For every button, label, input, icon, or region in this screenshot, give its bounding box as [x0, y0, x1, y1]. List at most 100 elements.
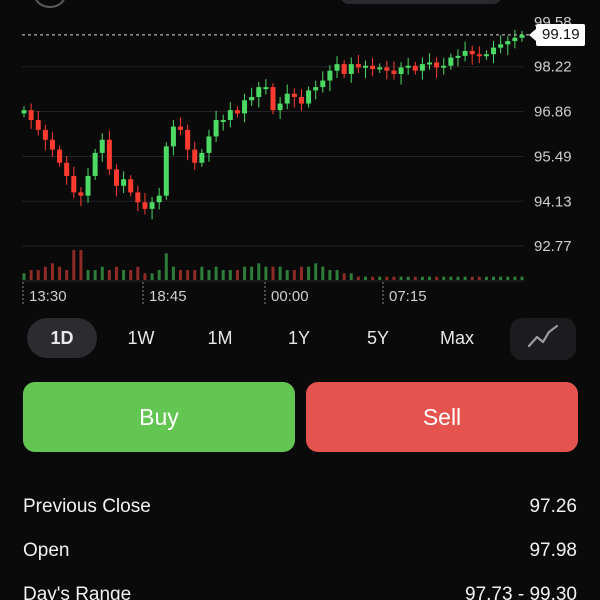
volume-bar [235, 270, 239, 280]
x-tick-label: 00:00 [271, 288, 309, 305]
volume-bar [93, 270, 97, 280]
volume-bar [22, 273, 26, 280]
candle-body [135, 192, 141, 203]
volume-bar [363, 276, 367, 280]
candle-body [362, 65, 368, 68]
tab-1d[interactable]: 1D [27, 318, 97, 358]
stat-value: 97.73 - 99.30 [465, 584, 577, 600]
volume-bar [79, 250, 83, 280]
candle-body [227, 110, 233, 121]
candle-body [391, 70, 397, 74]
volume-bar [328, 270, 332, 280]
candle-body [263, 87, 269, 90]
candle-body [206, 136, 212, 153]
tab-max[interactable]: Max [422, 318, 492, 358]
volume-bar [200, 266, 204, 280]
candle-body [35, 120, 41, 130]
volume-bar [122, 270, 126, 280]
volume-bar [506, 276, 510, 280]
candle-body [291, 93, 297, 97]
candle-body [348, 64, 354, 74]
candle-body [78, 192, 84, 196]
candle-body [384, 67, 390, 71]
stat-previous-close: Previous Close 97.26 [23, 492, 577, 522]
volume-bar [378, 276, 382, 280]
candle-body [448, 57, 454, 66]
candle-body [99, 139, 105, 153]
y-tick-label: 94.13 [534, 193, 572, 210]
volume-bar [420, 276, 424, 280]
candle-body [128, 179, 134, 193]
volume-bar [214, 266, 218, 280]
candle-body [427, 62, 433, 65]
volume-bar [484, 276, 488, 280]
volume-bar [399, 276, 403, 280]
volume-bar [50, 263, 54, 280]
candle-body [113, 169, 119, 186]
candle-body [192, 149, 198, 163]
candle-body [398, 67, 404, 74]
sell-button[interactable]: Sell [306, 382, 578, 452]
volume-bar [499, 276, 503, 280]
candle-body [491, 47, 497, 55]
candle-body [163, 146, 169, 196]
candle-body [370, 65, 376, 70]
volume-bar [36, 270, 40, 280]
candle-body [412, 65, 418, 71]
volume-bar [150, 273, 154, 280]
line-chart-icon [527, 324, 559, 348]
volume-bar [413, 276, 417, 280]
tab-1y[interactable]: 1Y [264, 318, 334, 358]
volume-bar [299, 266, 303, 280]
candle-body [149, 202, 155, 209]
volume-bar [314, 263, 318, 280]
volume-bar [107, 270, 111, 280]
volume-bar [179, 270, 183, 280]
candle-body [419, 64, 425, 71]
candle-body [178, 126, 184, 130]
volume-bar [456, 276, 460, 280]
volume-bar [513, 276, 517, 280]
volume-bar [406, 276, 410, 280]
stat-label: Day's Range [23, 584, 132, 600]
volume-bar [435, 276, 439, 280]
tab-1w[interactable]: 1W [106, 318, 176, 358]
stat-value: 97.98 [529, 540, 577, 561]
volume-bar [371, 276, 375, 280]
candle-body [377, 67, 383, 70]
volume-bar [65, 270, 69, 280]
y-tick-label: 98.22 [534, 59, 572, 76]
stat-days-range: Day's Range 97.73 - 99.30 [23, 580, 577, 600]
volume-bar [58, 266, 62, 280]
volume-bar [307, 266, 311, 280]
candle-body [327, 70, 333, 81]
candle-body [49, 139, 55, 150]
candle-body [469, 50, 475, 55]
chart-type-button[interactable] [510, 318, 576, 360]
candle-body [28, 110, 34, 121]
candle-body [306, 90, 312, 104]
candle-body [85, 175, 91, 196]
current-price-flag: 99.19 [529, 24, 585, 46]
volume-bar [171, 266, 175, 280]
tab-1m[interactable]: 1M [185, 318, 255, 358]
candle-body [270, 87, 276, 111]
buy-button[interactable]: Buy [23, 382, 295, 452]
candle-body [334, 64, 340, 71]
volume-bar [136, 266, 140, 280]
y-tick-label: 95.49 [534, 149, 572, 166]
candle-body [405, 65, 411, 68]
volume-bar [292, 270, 296, 280]
tab-5y[interactable]: 5Y [343, 318, 413, 358]
volume-bar [29, 270, 33, 280]
volume-bar [349, 273, 353, 280]
candle-body [298, 96, 304, 104]
candle-body [64, 162, 70, 176]
volume-bar [43, 266, 47, 280]
candle-body [42, 129, 48, 140]
candlestick-chart[interactable]: 99.5898.2296.8695.4994.1392.77 13:30 18:4… [0, 0, 600, 310]
stat-label: Previous Close [23, 496, 151, 517]
volume-bar [520, 276, 524, 280]
volume-bar [243, 266, 247, 280]
x-tick-label: 07:15 [389, 288, 427, 305]
